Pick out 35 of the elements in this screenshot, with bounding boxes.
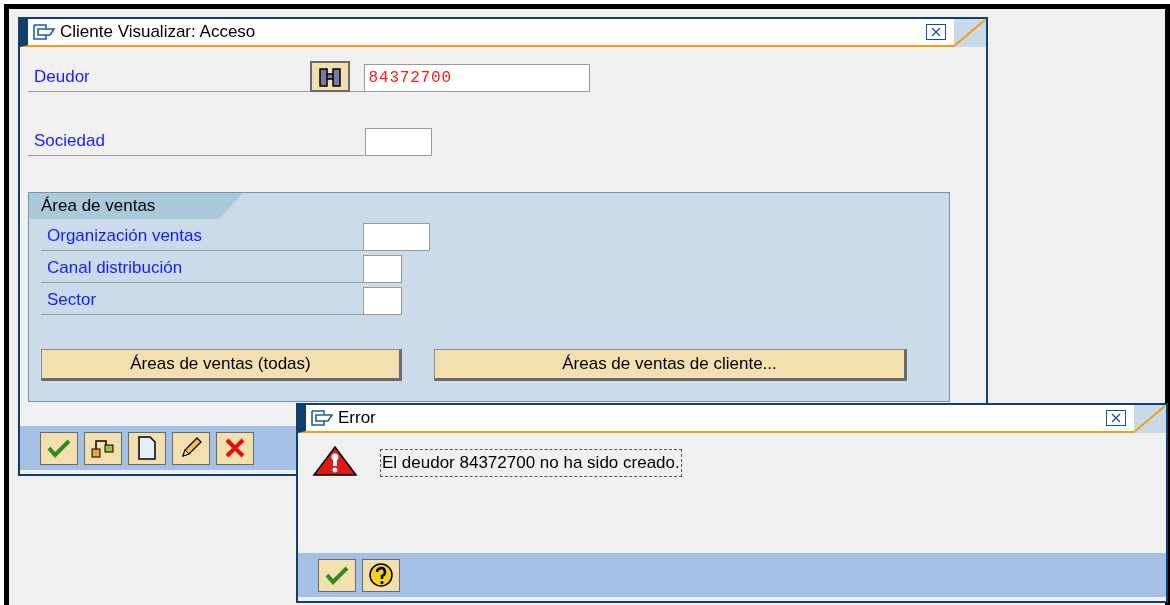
window-title: Error	[338, 407, 376, 430]
input-field[interactable]: 84372700	[363, 64, 590, 92]
field-label: Canal distribución	[41, 255, 363, 283]
checkmark-icon	[325, 565, 349, 585]
input-field[interactable]	[363, 223, 430, 251]
toolbar-button[interactable]	[172, 431, 210, 465]
push-button[interactable]: Áreas de ventas de cliente...	[434, 349, 907, 381]
close-icon	[931, 27, 941, 37]
error-message: El deudor 84372700 no ha sido creado.	[380, 449, 682, 477]
field-label: Sector	[41, 287, 363, 315]
cancel-icon	[224, 438, 246, 458]
tree-nodes-icon	[90, 437, 116, 459]
blank-page-icon	[137, 436, 157, 460]
input-field[interactable]	[365, 128, 432, 156]
toolbar-button[interactable]	[362, 558, 400, 592]
window-icon	[310, 410, 334, 426]
close-button[interactable]	[926, 24, 946, 40]
pencil-icon	[179, 436, 203, 460]
group-title: Área de ventas	[29, 193, 243, 219]
field-label: Organización ventas	[41, 223, 363, 251]
window-title: Cliente Visualizar: Acceso	[60, 21, 256, 44]
binoculars-button[interactable]	[310, 61, 350, 92]
window-icon	[32, 24, 56, 40]
close-icon	[1111, 413, 1121, 423]
toolbar-button[interactable]	[84, 431, 122, 465]
warning-icon	[312, 445, 358, 477]
help-icon	[368, 562, 394, 588]
close-button[interactable]	[1106, 410, 1126, 426]
binoculars-icon	[317, 65, 342, 88]
input-field[interactable]	[363, 287, 402, 315]
input-field[interactable]	[363, 255, 402, 283]
push-button[interactable]: Áreas de ventas (todas)	[41, 349, 402, 381]
field-label: Sociedad	[28, 126, 364, 156]
checkmark-icon	[47, 438, 71, 458]
toolbar-button[interactable]	[128, 431, 166, 465]
